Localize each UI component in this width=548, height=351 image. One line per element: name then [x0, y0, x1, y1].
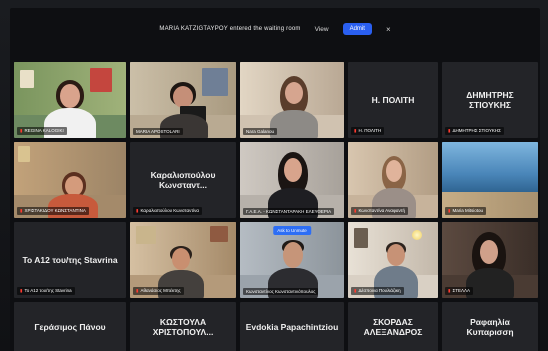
participant-tile[interactable]: Ask to Unmute Κωνσταντίνος Κωνσταντινόπο… [240, 222, 344, 298]
ask-to-unmute-badge[interactable]: Ask to Unmute [273, 226, 311, 235]
mic-muted-icon: ▮ [136, 208, 139, 213]
participant-name: Nara Galanou [243, 128, 278, 135]
participant-tile[interactable]: ▮ Κωνσταντίνα Αναφαντή [348, 142, 438, 218]
participant-tile[interactable]: MARIA APOSTOLARI [130, 62, 236, 138]
mic-muted-icon: ▮ [136, 288, 139, 293]
participant-tile[interactable]: Καραλιοπούλου Κωνσταντ... ▮ Καραλιοπούλου… [130, 142, 236, 218]
participant-tile[interactable]: Το Α12 του/της Stavrina ▮ Το Α12 του/της … [14, 222, 126, 298]
participant-display-name: Το Α12 του/της Stavrina [22, 254, 118, 265]
participant-tile[interactable]: Evdokia Papachintziou [240, 302, 344, 351]
mic-muted-icon: ▮ [354, 128, 357, 133]
participant-tile[interactable]: Γεράσιμος Πάνου [14, 302, 126, 351]
participant-tile[interactable]: ▮ Αθανάσιος Μπέκτης [130, 222, 236, 298]
mic-muted-icon: ▮ [354, 288, 357, 293]
view-button[interactable]: View [315, 26, 329, 33]
mic-muted-icon: ▮ [448, 208, 451, 213]
participant-name: ▮ Το Α12 του/της Stavrina [17, 287, 75, 295]
participant-name: ▮ Κωνσταντίνα Αναφαντή [351, 207, 408, 215]
participant-tile[interactable]: Ραφαηλία Κυπαρισση [442, 302, 538, 351]
participant-display-name: Καραλιοπούλου Κωνσταντ... [150, 169, 216, 190]
participant-tile[interactable]: ▮ ΣΤΕΛΛΑ [442, 222, 538, 298]
participant-name: ▮ Δέσποινα Πουλιάζικη [351, 287, 404, 295]
participant-tile[interactable]: Η. ΠΟΛΙΤΗ ▮ Η. ΠΟΛΙΤΗ [348, 62, 438, 138]
participant-tile[interactable]: Γ.Α.Ε.Α. - ΚΩΝΣΤΑΝΤΑΡΑΚΗ ΕΛΕΥΘΕΡΙΑ [240, 142, 344, 218]
zoom-gallery-view: MARIA KATZIGTAYPOY entered the waiting r… [10, 8, 540, 351]
participant-display-name: ΚΩΣΤΟΥΛΑ ΧΡΙΣΤΟΠΟΥΛ... [152, 316, 214, 337]
participant-tile[interactable]: ▮ Δέσποινα Πουλιάζικη [348, 222, 438, 298]
mic-muted-icon: ▮ [20, 288, 23, 293]
participant-name: Γ.Α.Ε.Α. - ΚΩΝΣΤΑΝΤΑΡΑΚΗ ΕΛΕΥΘΕΡΙΑ [243, 208, 335, 215]
mic-muted-icon: ▮ [448, 288, 451, 293]
participant-name: ▮ Καραλιοπούλου Κωνσταντίνα [133, 207, 202, 215]
waiting-room-message: MARIA KATZIGTAYPOY entered the waiting r… [159, 26, 301, 32]
participant-tile[interactable]: ▮ REGINA KALOGIKI [14, 62, 126, 138]
mic-muted-icon: ▮ [448, 128, 451, 133]
mic-muted-icon: ▮ [354, 208, 357, 213]
participant-tile[interactable]: ΚΩΣΤΟΥΛΑ ΧΡΙΣΤΟΠΟΥΛ... [130, 302, 236, 351]
participant-tile[interactable]: Nara Galanou [240, 62, 344, 138]
participant-display-name: ΔΗΜΗΤΡΗΣ ΣΤΙΟΥΚΗΣ [466, 89, 514, 110]
participant-name: Κωνσταντίνος Κωνσταντινόπουλος [243, 288, 319, 295]
participant-display-name: Γεράσιμος Πάνου [34, 321, 106, 332]
waiting-room-notification: MARIA KATZIGTAYPOY entered the waiting r… [10, 16, 540, 42]
mic-muted-icon: ▮ [20, 128, 23, 133]
participant-tile[interactable]: ΔΗΜΗΤΡΗΣ ΣΤΙΟΥΚΗΣ ▮ ΔΗΜΗΤΡΗΣ ΣΤΙΟΥΚΗΣ [442, 62, 538, 138]
participant-name: ▮ ΣΤΕΛΛΑ [445, 287, 474, 295]
participant-name: ▮ ΔΗΜΗΤΡΗΣ ΣΤΙΟΥΚΗΣ [445, 127, 504, 135]
participant-name: ▮ Η. ΠΟΛΙΤΗ [351, 127, 385, 135]
participant-tile[interactable]: ΣΚΟΡΔΑΣ ΑΛΕΞΑΝΔΡΟΣ [348, 302, 438, 351]
participant-display-name: ΣΚΟΡΔΑΣ ΑΛΕΞΑΝΔΡΟΣ [363, 316, 423, 337]
participant-name: ▮ Αθανάσιος Μπέκτης [133, 287, 184, 295]
participant-name: ▮ Maria Mitsiotou [445, 207, 486, 215]
mic-muted-icon: ▮ [20, 208, 23, 213]
participant-tile[interactable]: ▮ Maria Mitsiotou [442, 142, 538, 218]
participant-name: ▮ ΧΡΙΣΤΑΚΙΔΟΥ ΚΩΝΣΤΑΝΤΙΝΑ [17, 207, 89, 215]
participant-display-name: Evdokia Papachintziou [245, 321, 339, 332]
participant-name: MARIA APOSTOLARI [133, 128, 183, 135]
close-icon[interactable]: × [386, 25, 391, 34]
admit-button[interactable]: Admit [342, 23, 372, 35]
participant-display-name: Η. ΠΟΛΙΤΗ [371, 94, 415, 105]
participant-tile[interactable]: ▮ ΧΡΙΣΤΑΚΙΔΟΥ ΚΩΝΣΤΑΝΤΙΝΑ [14, 142, 126, 218]
participant-name: ▮ REGINA KALOGIKI [17, 127, 67, 135]
participant-display-name: Ραφαηλία Κυπαρισση [466, 316, 514, 337]
